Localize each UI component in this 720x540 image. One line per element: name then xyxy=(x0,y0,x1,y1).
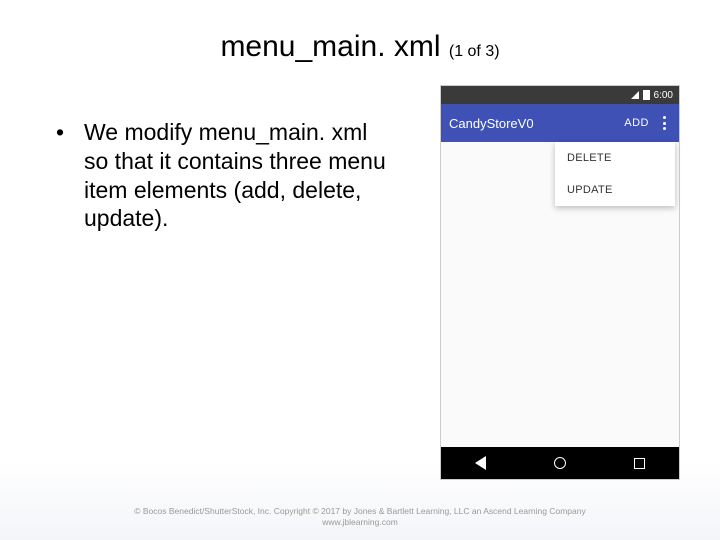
appbar-title: CandyStoreV0 xyxy=(449,116,624,131)
signal-icon xyxy=(631,91,639,99)
footer-line2: www.jblearning.com xyxy=(0,517,720,528)
recent-apps-icon[interactable] xyxy=(634,458,645,469)
app-bar: CandyStoreV0 ADD xyxy=(441,104,679,142)
overflow-menu-icon[interactable] xyxy=(657,114,671,132)
nav-bar xyxy=(441,447,679,479)
status-time: 6:00 xyxy=(654,90,673,101)
footer-copyright: © Bocos Benedict/ShutterStock, Inc. Copy… xyxy=(0,506,720,528)
dropdown-menu: DELETE UPDATE xyxy=(555,142,675,206)
footer-line1: © Bocos Benedict/ShutterStock, Inc. Copy… xyxy=(0,506,720,517)
slide-title: menu_main. xml (1 of 3) xyxy=(0,30,720,64)
status-bar: 6:00 xyxy=(441,86,679,104)
add-action[interactable]: ADD xyxy=(624,117,649,129)
home-icon[interactable] xyxy=(554,457,566,469)
title-pagination: (1 of 3) xyxy=(449,43,500,60)
menu-item-delete[interactable]: DELETE xyxy=(555,142,675,174)
phone-content-area: DELETE UPDATE xyxy=(441,142,679,447)
battery-icon xyxy=(643,90,650,100)
back-icon[interactable] xyxy=(475,456,486,470)
phone-mockup: 6:00 CandyStoreV0 ADD DELETE UPDATE xyxy=(440,85,680,480)
bullet-text: We modify menu_main. xml so that it cont… xyxy=(84,118,386,233)
body-text: • We modify menu_main. xml so that it co… xyxy=(56,118,386,233)
title-main: menu_main. xml xyxy=(220,30,440,63)
bullet-marker: • xyxy=(56,118,84,233)
menu-item-update[interactable]: UPDATE xyxy=(555,174,675,206)
